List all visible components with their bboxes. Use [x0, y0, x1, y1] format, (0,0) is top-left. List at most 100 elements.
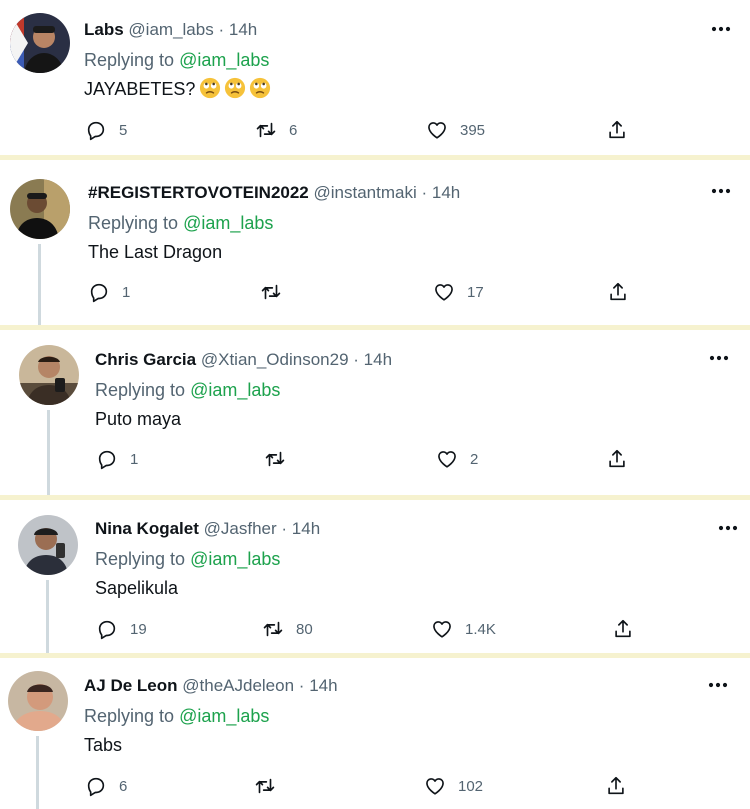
tweet-header: Labs @iam_labs · 14h	[84, 19, 257, 41]
share-button[interactable]	[605, 774, 627, 798]
thread-line	[38, 244, 41, 325]
tweet-text: Tabs	[84, 735, 123, 755]
timestamp[interactable]: 14h	[292, 519, 320, 538]
heart-icon	[433, 281, 455, 303]
retweet-count: 80	[296, 620, 313, 638]
author-name[interactable]: Chris Garcia	[95, 350, 196, 369]
separator-dot: ·	[218, 20, 225, 39]
timestamp[interactable]: 14h	[364, 350, 392, 369]
tweet-1[interactable]: Labs @iam_labs · 14h Replying to @iam_la…	[0, 0, 750, 155]
retweet-icon	[254, 775, 276, 797]
heart-icon	[424, 775, 446, 797]
like-button[interactable]: 395	[426, 118, 485, 142]
reply-count: 5	[119, 121, 128, 139]
separator-dot: ·	[421, 183, 428, 202]
reply-icon	[96, 618, 118, 640]
tweet-header: #REGISTERTOVOTEIN2022 @instantmaki · 14h	[88, 182, 460, 204]
like-button[interactable]: 17	[433, 280, 484, 304]
avatar[interactable]	[18, 515, 78, 575]
tweet-2[interactable]: #REGISTERTOVOTEIN2022 @instantmaki · 14h…	[0, 160, 750, 325]
reply-icon	[96, 448, 118, 470]
share-button[interactable]	[607, 280, 629, 304]
emoji-group	[199, 77, 271, 99]
author-name[interactable]: Labs	[84, 20, 124, 39]
more-options-icon[interactable]	[709, 19, 733, 39]
heart-icon	[436, 448, 458, 470]
author-name[interactable]: AJ De Leon	[84, 676, 178, 695]
reply-icon	[88, 281, 110, 303]
reply-button[interactable]: 1	[88, 280, 130, 304]
avatar[interactable]	[19, 345, 79, 405]
replying-to-label: Replying to	[84, 50, 175, 70]
reply-button[interactable]: 1	[96, 447, 138, 471]
share-button[interactable]	[612, 617, 634, 641]
more-options-icon[interactable]	[707, 348, 731, 368]
reply-icon	[85, 119, 107, 141]
retweet-icon	[262, 618, 284, 640]
retweet-button[interactable]	[264, 447, 298, 471]
author-name[interactable]: Nina Kogalet	[95, 519, 199, 538]
author-handle[interactable]: @instantmaki	[314, 183, 417, 202]
avatar[interactable]	[10, 13, 70, 73]
reply-button[interactable]: 6	[85, 774, 127, 798]
reply-icon	[85, 775, 107, 797]
avatar[interactable]	[10, 179, 70, 239]
tweet-5[interactable]: AJ De Leon @theAJdeleon · 14h Replying t…	[0, 658, 750, 809]
tweet-text: The Last Dragon	[88, 242, 223, 262]
share-icon	[612, 618, 634, 640]
reply-button[interactable]: 19	[96, 617, 147, 641]
mention-link[interactable]: @iam_labs	[179, 50, 269, 70]
retweet-button[interactable]	[260, 280, 294, 304]
like-count: 1.4K	[465, 620, 496, 638]
more-options-icon[interactable]	[716, 518, 740, 538]
timestamp[interactable]: 14h	[432, 183, 460, 202]
thread-line	[46, 580, 49, 653]
author-handle[interactable]: @Jasfher	[204, 519, 277, 538]
author-name[interactable]: #REGISTERTOVOTEIN2022	[88, 183, 309, 202]
timestamp[interactable]: 14h	[309, 676, 337, 695]
replying-to: Replying to @iam_labs	[95, 378, 280, 402]
like-count: 2	[470, 450, 479, 468]
mention-link[interactable]: @iam_labs	[190, 380, 280, 400]
like-button[interactable]: 1.4K	[431, 617, 496, 641]
mention-link[interactable]: @iam_labs	[190, 549, 280, 569]
more-options-icon[interactable]	[709, 181, 733, 201]
share-button[interactable]	[606, 447, 628, 471]
share-icon	[606, 448, 628, 470]
author-handle[interactable]: @Xtian_Odinson29	[201, 350, 349, 369]
rolling-eyes-emoji-icon	[199, 77, 221, 99]
share-button[interactable]	[606, 118, 628, 142]
like-button[interactable]: 2	[436, 447, 478, 471]
tweet-text: Puto maya	[95, 409, 182, 429]
mention-link[interactable]: @iam_labs	[183, 213, 273, 233]
replying-to-label: Replying to	[88, 213, 179, 233]
share-icon	[606, 119, 628, 141]
separator-dot: ·	[298, 676, 305, 695]
tweet-text-content: JAYABETES?	[84, 79, 196, 99]
like-button[interactable]: 102	[424, 774, 483, 798]
replying-to: Replying to @iam_labs	[88, 211, 273, 235]
author-handle[interactable]: @theAJdeleon	[182, 676, 294, 695]
replying-to: Replying to @iam_labs	[84, 48, 269, 72]
share-icon	[605, 775, 627, 797]
mention-link[interactable]: @iam_labs	[179, 706, 269, 726]
replying-to: Replying to @iam_labs	[84, 704, 269, 728]
reply-count: 6	[119, 777, 128, 795]
tweet-3[interactable]: Chris Garcia @Xtian_Odinson29 · 14h Repl…	[0, 330, 750, 495]
replying-to-label: Replying to	[84, 706, 175, 726]
thread-line	[36, 736, 39, 809]
reply-count: 19	[130, 620, 147, 638]
retweet-button[interactable]: 80	[262, 617, 313, 641]
tweet-4[interactable]: Nina Kogalet @Jasfher · 14h Replying to …	[0, 500, 750, 653]
reply-button[interactable]: 5	[85, 118, 127, 142]
heart-icon	[426, 119, 448, 141]
timestamp[interactable]: 14h	[229, 20, 257, 39]
reply-count: 1	[122, 283, 131, 301]
avatar[interactable]	[8, 671, 68, 731]
retweet-button[interactable]: 6	[255, 118, 297, 142]
rolling-eyes-emoji-icon	[224, 77, 246, 99]
share-icon	[607, 281, 629, 303]
more-options-icon[interactable]	[706, 675, 730, 695]
author-handle[interactable]: @iam_labs	[128, 20, 213, 39]
retweet-button[interactable]	[254, 774, 288, 798]
